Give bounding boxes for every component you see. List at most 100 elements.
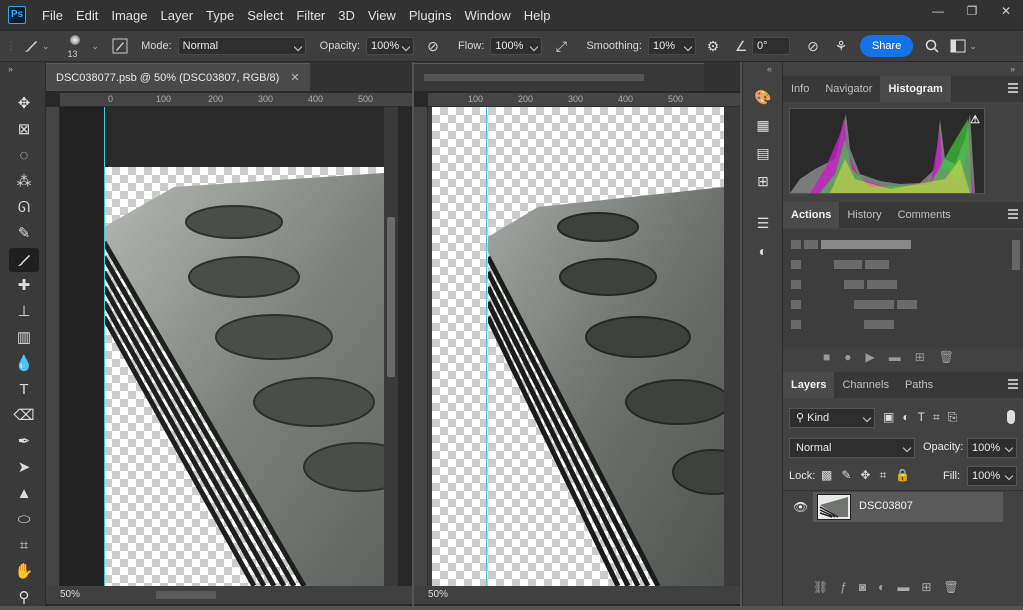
opacity-input[interactable]: 100%	[366, 37, 415, 55]
mode-select[interactable]: Normal	[177, 37, 306, 55]
collapse-tools-icon[interactable]: »	[8, 64, 13, 74]
pen-tool-icon[interactable]: ✒	[9, 430, 39, 454]
record-icon[interactable]: ●	[844, 350, 865, 364]
flow-input[interactable]: 100%	[490, 37, 543, 55]
gradient-tool-icon[interactable]: ▥	[9, 326, 39, 350]
layer-opacity-input[interactable]: 100%	[967, 438, 1017, 458]
adjustment-layer-icon[interactable]: ◐	[878, 580, 897, 594]
action-item[interactable]	[791, 298, 920, 309]
brush-size-picker[interactable]: 13	[64, 32, 88, 60]
brush-tool-icon[interactable]	[9, 248, 39, 272]
tab-comments[interactable]: Comments	[890, 202, 959, 228]
action-item[interactable]	[791, 238, 914, 249]
delete-action-icon[interactable]: 🗑	[939, 350, 968, 364]
menu-window[interactable]: Window	[458, 8, 517, 23]
blur-tool-icon[interactable]: 💧	[9, 352, 39, 376]
pressure-size-icon[interactable]: ⊘	[802, 35, 824, 57]
gradients-icon[interactable]: ▤	[752, 142, 774, 164]
swatches-grid-icon[interactable]: ▦	[752, 114, 774, 136]
restore-button[interactable]: ❐	[955, 0, 989, 22]
fill-input[interactable]: 100%	[967, 466, 1017, 486]
eyedropper-icon[interactable]: ✎	[9, 222, 39, 246]
menu-type[interactable]: Type	[200, 8, 241, 23]
tab-actions[interactable]: Actions	[783, 202, 840, 228]
lock-artboard-icon[interactable]: ⌗	[879, 468, 895, 482]
layer-row[interactable]: DSC03807	[813, 492, 1003, 522]
action-item[interactable]	[791, 258, 892, 269]
canvas-area-2[interactable]	[428, 107, 740, 586]
minimize-button[interactable]: —	[921, 0, 955, 22]
angle-input[interactable]: 0°	[751, 37, 790, 55]
clone-stamp-icon[interactable]: ⊥	[9, 300, 39, 324]
menu-view[interactable]: View	[362, 8, 403, 23]
actions-scrollbar[interactable]	[1012, 240, 1020, 270]
ellipse-shape-icon[interactable]: ⬭	[9, 508, 39, 532]
type-filter-icon[interactable]: T	[918, 410, 933, 424]
close-window-button[interactable]: ✕	[989, 0, 1023, 22]
pixel-filter-icon[interactable]: ▣	[883, 410, 902, 424]
action-item[interactable]	[791, 278, 900, 289]
adjustment-filter-icon[interactable]: ◐	[902, 410, 917, 424]
canvas-area-1[interactable]	[60, 107, 398, 586]
tab-channels[interactable]: Channels	[834, 372, 896, 398]
menu-edit[interactable]: Edit	[70, 8, 105, 23]
panel-menu-icon[interactable]	[1008, 209, 1018, 219]
tab-paths[interactable]: Paths	[897, 372, 941, 398]
panel-menu-icon[interactable]	[1008, 83, 1018, 93]
link-layers-icon[interactable]: ⛓	[813, 580, 840, 594]
layer-style-fx-icon[interactable]: ƒ	[840, 580, 859, 594]
add-mask-icon[interactable]: ◙	[859, 580, 878, 594]
play-icon[interactable]: ▶	[866, 350, 889, 364]
document-tab-1[interactable]: DSC038077.psb @ 50% (DSC03807, RGB/8) ✕	[46, 62, 310, 91]
zoom-level[interactable]: 50%	[60, 589, 80, 600]
tab-layers[interactable]: Layers	[783, 372, 835, 398]
new-set-folder-icon[interactable]: ▬	[889, 350, 915, 364]
adjustments-sliders-icon[interactable]: ☰	[752, 212, 774, 234]
menu-image[interactable]: Image	[105, 8, 154, 23]
horizontal-scrollbar-1[interactable]	[156, 591, 216, 599]
path-selection-icon[interactable]: ➤	[9, 456, 39, 480]
lock-position-icon[interactable]: ✥	[860, 468, 879, 482]
cache-warning-icon[interactable]: ⚠	[970, 113, 980, 126]
share-button[interactable]: Share	[859, 35, 914, 57]
collapse-panels-icon[interactable]: »	[1010, 64, 1015, 74]
symmetry-butterfly-icon[interactable]: ⚘	[830, 35, 852, 57]
close-tab-icon[interactable]: ✕	[290, 72, 299, 84]
pressure-opacity-icon[interactable]: ⊘	[422, 35, 444, 57]
elliptical-marquee-icon[interactable]: ◌	[9, 144, 39, 168]
new-group-folder-icon[interactable]: ▬	[897, 580, 921, 594]
workspace-icon[interactable]	[947, 35, 969, 57]
layer-filter-kind-select[interactable]: ⚲ Kind	[789, 408, 875, 428]
artboard-tool-icon[interactable]: ⊠	[9, 118, 39, 142]
stop-icon[interactable]: ■	[823, 350, 844, 364]
airbrush-icon[interactable]: ⤢	[550, 35, 572, 57]
lock-transparent-icon[interactable]: ▩	[821, 468, 841, 482]
delete-layer-icon[interactable]: 🗑	[943, 580, 970, 594]
smoothing-settings-gear-icon[interactable]: ⚙	[702, 35, 724, 57]
zoom-tool-icon[interactable]: ⚲	[9, 586, 39, 610]
menu-file[interactable]: File	[36, 8, 70, 23]
workspace-chevron-icon[interactable]: ⌄	[969, 41, 977, 52]
move-tool-icon[interactable]: ✥	[9, 92, 39, 116]
layer-name[interactable]: DSC03807	[859, 500, 913, 512]
actions-list[interactable]	[783, 230, 1023, 348]
brush-tool-preset-icon[interactable]	[20, 35, 42, 57]
menu-layer[interactable]: Layer	[155, 8, 201, 23]
lasso-tool-icon[interactable]: ᘏ	[9, 196, 39, 220]
document-tab-2[interactable]: ✕	[414, 62, 704, 112]
menu-3d[interactable]: 3D	[332, 8, 362, 23]
eraser-tool-icon[interactable]: ⌫	[9, 404, 39, 428]
patterns-icon[interactable]: ⊞	[752, 170, 774, 192]
vertical-scrollbar-1[interactable]	[384, 107, 398, 586]
tab-histogram[interactable]: Histogram	[880, 76, 951, 102]
new-layer-icon[interactable]: ⊞	[921, 580, 943, 594]
properties-icon[interactable]: ◐	[752, 240, 774, 262]
direct-selection-icon[interactable]: ▲	[9, 482, 39, 506]
brush-picker-chevron-icon[interactable]: ⌄	[92, 41, 100, 52]
blend-mode-select[interactable]: Normal	[789, 438, 915, 458]
menu-plugins[interactable]: Plugins	[403, 8, 459, 23]
tab-info[interactable]: Info	[783, 76, 817, 102]
collapse-strip-icon[interactable]: «	[767, 64, 772, 74]
magic-wand-icon[interactable]: ⁂	[9, 170, 39, 194]
scrollbar-thumb[interactable]	[387, 217, 395, 377]
